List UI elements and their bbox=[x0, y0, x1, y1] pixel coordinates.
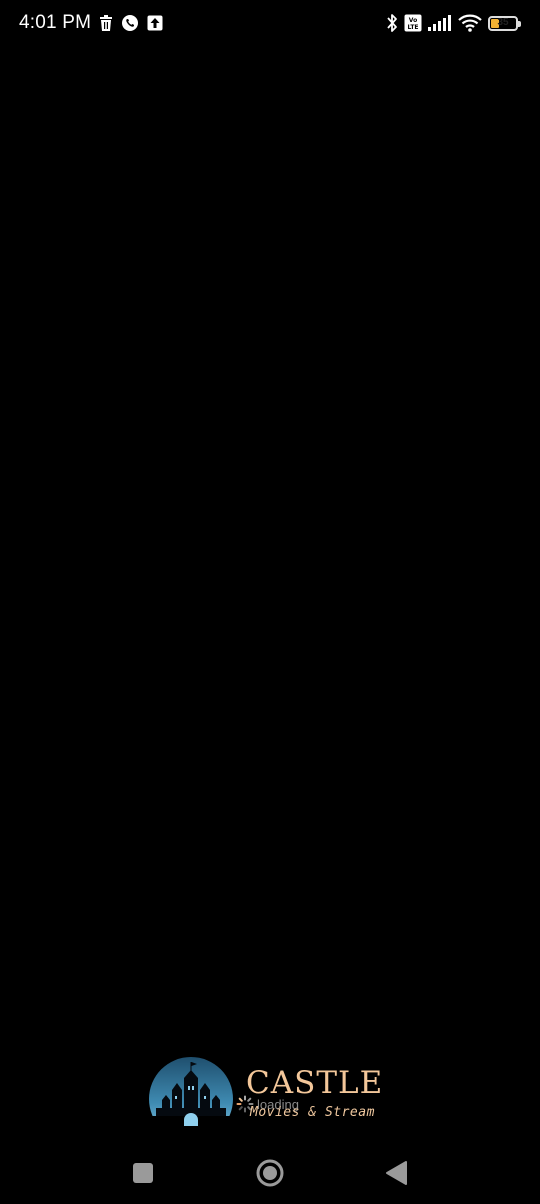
trash-icon bbox=[99, 15, 113, 31]
volte-icon: Vo LTE bbox=[404, 14, 422, 32]
upload-icon bbox=[147, 15, 163, 31]
status-time: 4:01 PM bbox=[19, 12, 92, 33]
battery-level: 35 bbox=[497, 16, 509, 28]
back-button[interactable] bbox=[381, 1158, 411, 1188]
signal-icon bbox=[428, 15, 452, 31]
wifi-icon bbox=[458, 14, 482, 32]
brand-title: CASTLE bbox=[246, 1065, 384, 1101]
battery-icon: 35 bbox=[488, 15, 521, 31]
splash-logo: loading CASTLE Movies & Stream bbox=[148, 1054, 398, 1128]
status-left: 4:01 PM bbox=[19, 12, 163, 34]
brand-subtitle: Movies & Stream bbox=[250, 1105, 375, 1120]
castle-logo-icon bbox=[149, 1057, 233, 1126]
recents-square-icon bbox=[133, 1163, 153, 1183]
bluetooth-icon bbox=[386, 13, 398, 33]
navigation-bar bbox=[0, 1140, 540, 1204]
home-button[interactable] bbox=[255, 1158, 285, 1188]
home-circle-icon bbox=[256, 1159, 284, 1187]
battery-body: 35 bbox=[488, 15, 521, 31]
status-right: Vo LTE 35 bbox=[386, 13, 521, 33]
recents-button[interactable] bbox=[128, 1158, 158, 1188]
back-triangle-icon bbox=[386, 1161, 407, 1185]
svg-text:Vo: Vo bbox=[409, 17, 417, 24]
viber-icon bbox=[121, 14, 139, 32]
svg-text:LTE: LTE bbox=[407, 24, 418, 31]
status-bar: 4:01 PM Vo LTE 35 bbox=[0, 0, 540, 48]
battery-cap bbox=[518, 20, 521, 27]
